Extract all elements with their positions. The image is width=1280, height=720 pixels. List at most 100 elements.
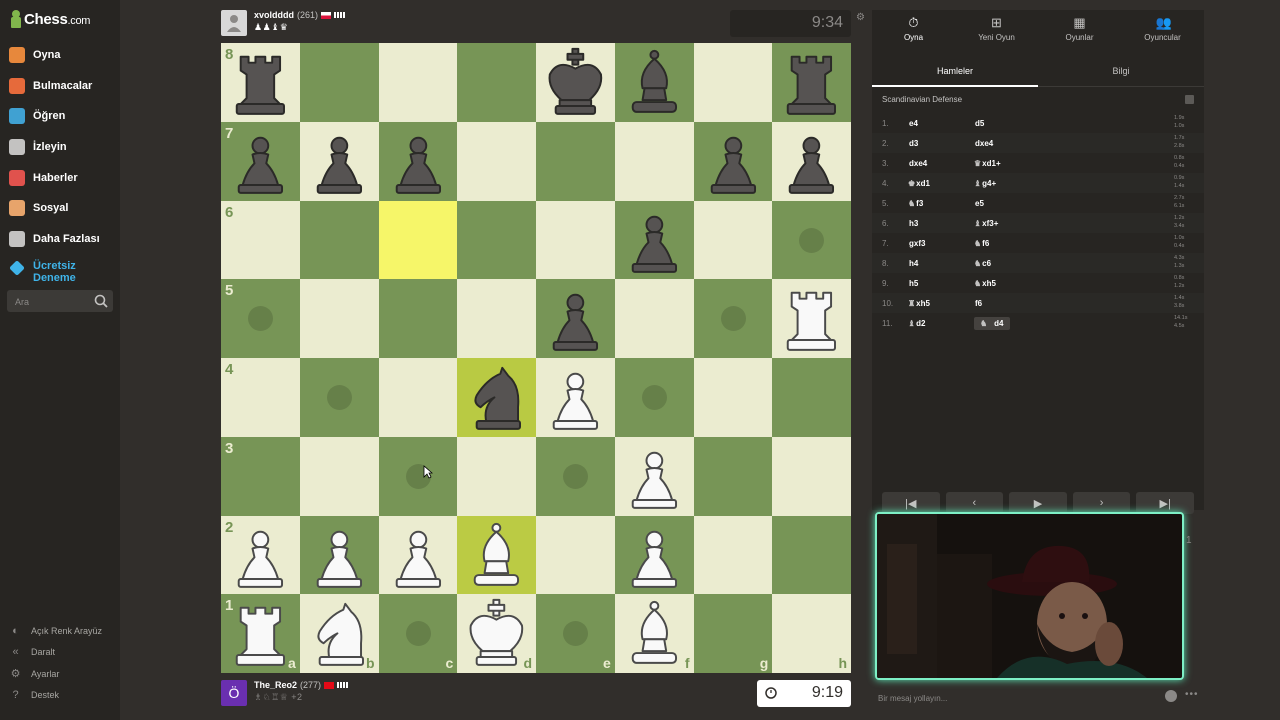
- square-h6[interactable]: [772, 200, 851, 280]
- white-move[interactable]: d3: [908, 139, 974, 148]
- bottom-nav-collapse[interactable]: « Daralt: [0, 642, 120, 664]
- square-d2[interactable]: [457, 515, 536, 595]
- square-g7[interactable]: [693, 121, 773, 201]
- legal-move-dot[interactable]: [720, 306, 746, 332]
- white-move[interactable]: gxf3: [908, 239, 974, 248]
- square-f5[interactable]: [614, 279, 694, 358]
- square-c5[interactable]: [378, 279, 458, 358]
- black-move[interactable]: d5: [974, 119, 1040, 128]
- square-c8[interactable]: [378, 43, 458, 122]
- square-g3[interactable]: [693, 436, 773, 516]
- square-f1[interactable]: f: [614, 594, 694, 673]
- nav-item-more[interactable]: Daha Fazlası: [0, 224, 120, 255]
- square-e3[interactable]: [536, 436, 615, 516]
- square-b1[interactable]: b: [299, 594, 379, 673]
- tab-board[interactable]: ▦ Oyunlar: [1038, 10, 1121, 48]
- nav-item-play[interactable]: Oyna: [0, 40, 120, 71]
- square-a3[interactable]: 3: [221, 436, 300, 516]
- search-box[interactable]: [7, 290, 113, 312]
- black-move[interactable]: ♝ g4+: [974, 179, 1040, 188]
- square-c1[interactable]: c: [378, 594, 458, 673]
- white-move[interactable]: ♚ xd1: [908, 179, 974, 188]
- square-h5[interactable]: [772, 279, 851, 358]
- square-a7[interactable]: 7: [221, 121, 300, 201]
- square-e8[interactable]: [536, 43, 615, 122]
- prev-move-icon[interactable]: ‹: [945, 492, 1004, 514]
- square-d6[interactable]: [457, 200, 536, 280]
- white-move[interactable]: ♜ xh5: [908, 299, 974, 308]
- square-h2[interactable]: [772, 515, 851, 595]
- white-move[interactable]: dxe4: [908, 159, 974, 168]
- square-g8[interactable]: [693, 43, 773, 122]
- square-b5[interactable]: [299, 279, 379, 358]
- legal-move-dot[interactable]: [248, 306, 273, 332]
- black-move[interactable]: ♛ xd1+: [974, 159, 1040, 168]
- search-input[interactable]: [13, 293, 97, 311]
- search-icon[interactable]: [93, 293, 109, 309]
- legal-move-dot[interactable]: [405, 621, 431, 647]
- square-c3[interactable]: [378, 436, 458, 516]
- play-move-icon[interactable]: ▶: [1009, 492, 1067, 514]
- book-icon[interactable]: [1185, 95, 1194, 104]
- white-move[interactable]: h4: [908, 259, 974, 268]
- nav-item-news[interactable]: Haberler: [0, 162, 120, 193]
- square-d3[interactable]: [457, 436, 536, 516]
- white-move[interactable]: e4: [908, 119, 974, 128]
- square-a6[interactable]: 6: [221, 200, 300, 280]
- square-g4[interactable]: [693, 358, 773, 437]
- square-d1[interactable]: d: [457, 594, 536, 673]
- nav-item-learn[interactable]: Öğren: [0, 101, 120, 132]
- chess-board[interactable]: 87 6 5 4 3 21ab cd ef g h: [221, 43, 851, 673]
- black-move[interactable]: e5: [974, 199, 1040, 208]
- square-e1[interactable]: e: [536, 594, 615, 673]
- square-d7[interactable]: [457, 121, 536, 201]
- white-move[interactable]: ♞ f3: [908, 199, 974, 208]
- legal-move-dot[interactable]: [563, 463, 588, 489]
- black-move[interactable]: ♝ xf3+: [974, 219, 1040, 228]
- chess-logo[interactable]: Chess.com: [10, 8, 90, 30]
- legal-move-dot[interactable]: [641, 385, 667, 410]
- board-settings-gear-icon[interactable]: ⚙: [856, 13, 866, 23]
- square-e5[interactable]: [536, 279, 615, 358]
- square-c6[interactable]: [378, 200, 458, 280]
- square-a4[interactable]: 4: [221, 358, 300, 437]
- nav-item-puzzle[interactable]: Bulmacalar: [0, 71, 120, 102]
- square-g1[interactable]: g: [693, 594, 773, 673]
- square-f7[interactable]: [614, 121, 694, 201]
- square-b4[interactable]: [299, 358, 379, 437]
- square-c7[interactable]: [378, 121, 458, 201]
- bottom-nav-settings[interactable]: ⚙ Ayarlar: [0, 663, 120, 685]
- square-f3[interactable]: [614, 436, 694, 516]
- square-g2[interactable]: [693, 515, 773, 595]
- square-b3[interactable]: [299, 436, 379, 516]
- square-f6[interactable]: [614, 200, 694, 280]
- square-h1[interactable]: h: [772, 594, 851, 673]
- subtab[interactable]: Hamleler: [872, 56, 1038, 87]
- top-player-name[interactable]: xvoldddd: [254, 10, 294, 20]
- legal-move-dot[interactable]: [799, 227, 825, 253]
- square-d4[interactable]: [457, 358, 536, 437]
- first-move-icon[interactable]: |◀: [882, 492, 940, 514]
- square-a8[interactable]: 8: [221, 43, 300, 122]
- square-a5[interactable]: 5: [221, 279, 300, 358]
- white-move[interactable]: h5: [908, 279, 974, 288]
- black-move[interactable]: f6: [974, 299, 1040, 308]
- square-c2[interactable]: [378, 515, 458, 595]
- black-move[interactable]: ♞ d4: [974, 316, 1040, 330]
- square-a1[interactable]: 1a: [221, 594, 300, 673]
- square-e7[interactable]: [536, 121, 615, 201]
- legal-move-dot[interactable]: [326, 385, 352, 410]
- square-c4[interactable]: [378, 358, 458, 437]
- square-a2[interactable]: 2: [221, 515, 300, 595]
- tab-plus[interactable]: ⊞ Yeni Oyun: [955, 10, 1038, 48]
- square-d5[interactable]: [457, 279, 536, 358]
- square-b2[interactable]: [299, 515, 379, 595]
- black-move[interactable]: ♞ f6: [974, 239, 1040, 248]
- tab-stopwatch[interactable]: ⏱ Oyna: [872, 10, 955, 48]
- square-b8[interactable]: [299, 43, 379, 122]
- legal-move-dot[interactable]: [563, 621, 588, 647]
- last-move-icon[interactable]: ▶|: [1136, 492, 1194, 514]
- black-move[interactable]: ♞ c6: [974, 259, 1040, 268]
- square-f8[interactable]: [614, 43, 694, 122]
- bottom-nav-theme[interactable]: ◐ Açık Renk Arayüz: [0, 620, 120, 642]
